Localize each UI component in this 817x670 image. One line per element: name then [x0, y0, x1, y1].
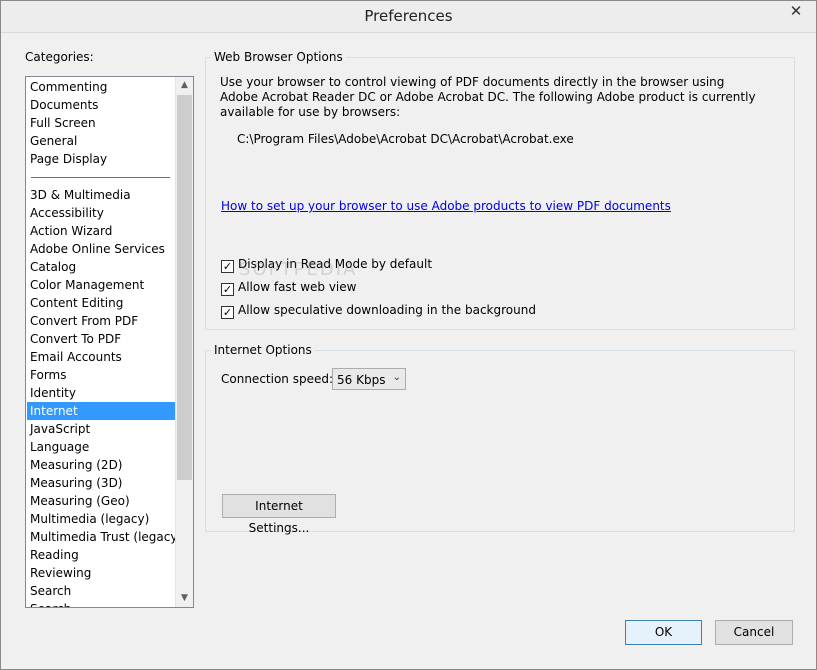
category-item[interactable]: Catalog — [27, 258, 177, 276]
browser-description: Use your browser to control viewing of P… — [220, 75, 756, 119]
category-item[interactable]: Search — [27, 600, 177, 607]
close-icon[interactable]: ✕ — [780, 2, 812, 22]
category-item[interactable]: Multimedia Trust (legacy) — [27, 528, 182, 546]
category-item[interactable]: Adobe Online Services — [27, 240, 177, 258]
browser-setup-link[interactable]: How to set up your browser to use Adobe … — [221, 199, 671, 213]
speculative-download-checkbox[interactable]: ✓ — [221, 306, 234, 319]
scroll-down-icon[interactable]: ▼ — [176, 590, 193, 607]
read-mode-option[interactable]: ✓ Display in Read Mode by default — [221, 256, 433, 273]
category-item[interactable]: Measuring (3D) — [27, 474, 177, 492]
category-separator — [31, 177, 170, 178]
category-item[interactable]: JavaScript — [27, 420, 177, 438]
category-item[interactable]: Email Accounts — [27, 348, 177, 366]
category-item[interactable]: Convert To PDF — [27, 330, 177, 348]
chevron-down-icon: ⌄ — [392, 372, 401, 383]
scroll-thumb[interactable] — [177, 95, 192, 480]
category-item[interactable]: Color Management — [27, 276, 177, 294]
title-bar[interactable]: Preferences ✕ — [1, 1, 816, 33]
read-mode-checkbox[interactable]: ✓ — [221, 260, 234, 273]
acrobat-path: C:\Program Files\Adobe\Acrobat DC\Acroba… — [237, 132, 574, 146]
category-item[interactable]: Measuring (Geo) — [27, 492, 177, 510]
category-item[interactable]: Identity — [27, 384, 177, 402]
ok-button[interactable]: OK — [625, 620, 702, 645]
category-item[interactable]: Reviewing — [27, 564, 177, 582]
fast-web-view-option[interactable]: ✓ Allow fast web view — [221, 279, 357, 296]
preferences-window: Preferences ✕ Categories: Commenting Docu… — [0, 0, 817, 670]
category-item[interactable]: General — [27, 132, 177, 150]
category-item[interactable]: Page Display — [27, 150, 177, 168]
categories-list[interactable]: Commenting Documents Full Screen General Pag… — [25, 76, 194, 608]
internet-options-title: Internet Options — [211, 343, 315, 357]
category-item[interactable]: Accessibility — [27, 204, 177, 222]
category-item[interactable]: Commenting — [27, 78, 177, 96]
fast-web-view-checkbox[interactable]: ✓ — [221, 283, 234, 296]
category-item[interactable]: Language — [27, 438, 177, 456]
speculative-download-label: Allow speculative downloading in the bac… — [238, 303, 536, 317]
category-item[interactable]: Full Screen — [27, 114, 177, 132]
speculative-download-option[interactable]: ✓ Allow speculative downloading in the ba… — [221, 302, 536, 319]
category-item[interactable]: Reading — [27, 546, 177, 564]
connection-speed-label: Connection speed: — [221, 372, 334, 386]
read-mode-label: Display in Read Mode by default — [238, 257, 433, 271]
category-item[interactable]: Forms — [27, 366, 177, 384]
category-item[interactable]: Content Editing — [27, 294, 177, 312]
categories-label: Categories: — [25, 50, 94, 64]
window-title: Preferences — [364, 7, 453, 25]
categories-scrollbar[interactable]: ▲ ▼ — [175, 77, 193, 607]
scroll-up-icon[interactable]: ▲ — [176, 77, 193, 94]
fast-web-view-label: Allow fast web view — [238, 280, 357, 294]
category-item[interactable]: Multimedia (legacy) — [27, 510, 177, 528]
connection-speed-select[interactable]: 56 Kbps ⌄ — [332, 368, 406, 390]
cancel-button[interactable]: Cancel — [715, 620, 793, 645]
category-item-selected[interactable]: Internet — [27, 402, 177, 420]
category-item[interactable]: Measuring (2D) — [27, 456, 177, 474]
category-item[interactable]: Action Wizard — [27, 222, 177, 240]
web-browser-options-title: Web Browser Options — [211, 50, 346, 64]
category-item[interactable]: Convert From PDF — [27, 312, 177, 330]
category-item[interactable]: Documents — [27, 96, 177, 114]
category-item[interactable]: Search — [27, 582, 177, 600]
connection-speed-value: 56 Kbps — [337, 373, 386, 387]
internet-settings-button[interactable]: Internet Settings... — [222, 494, 336, 535]
category-item[interactable]: 3D & Multimedia — [27, 186, 177, 204]
